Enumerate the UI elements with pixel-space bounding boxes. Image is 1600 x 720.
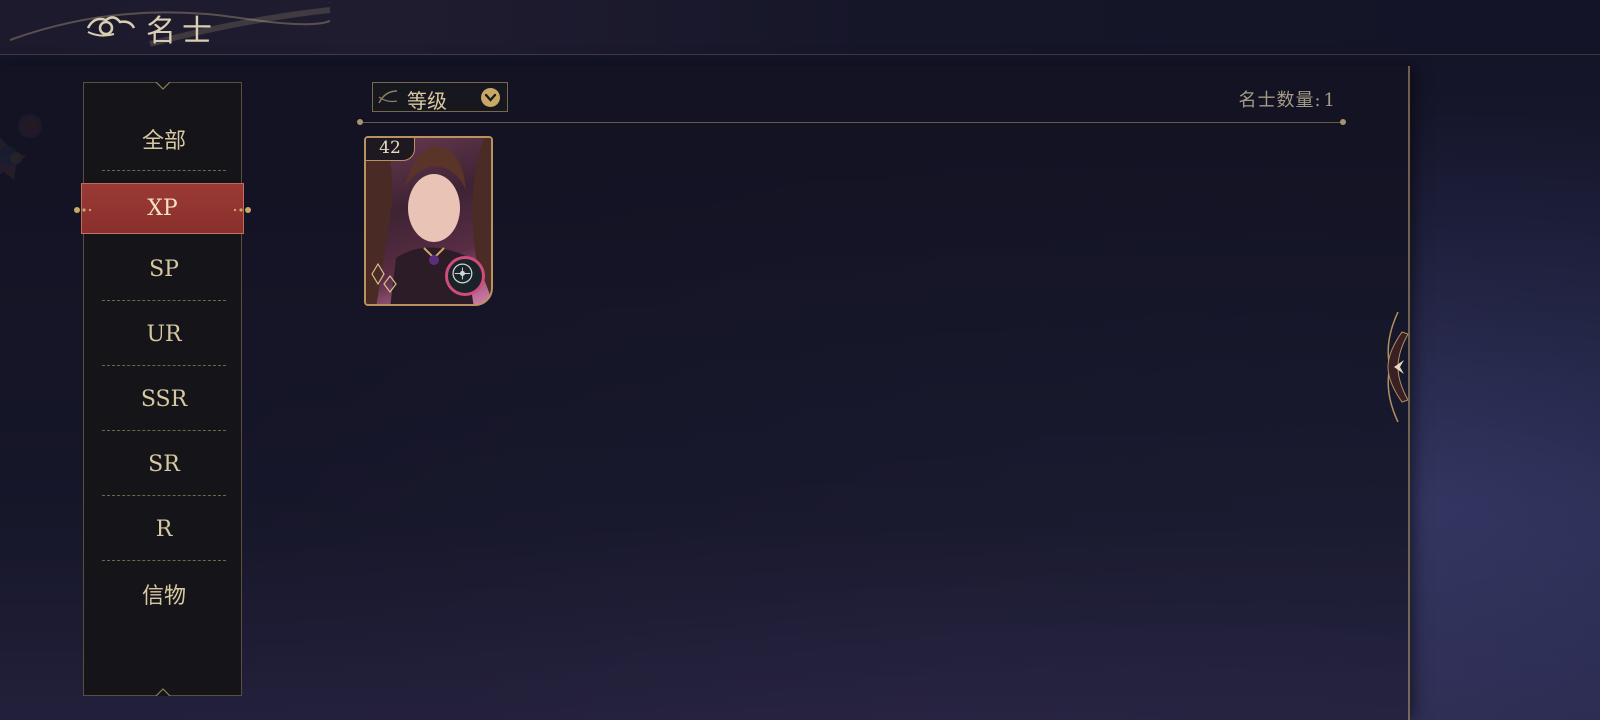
divider [102,365,226,366]
sidebar-item-label: R [155,516,173,542]
hero-count: 名士数量: 1 [1160,86,1336,112]
sidebar-item-r[interactable]: R [102,497,226,561]
top-header: 名士 [0,0,1600,55]
divider [102,170,226,171]
sidebar-item-label: SR [148,451,180,477]
divider [102,300,226,301]
sidebar-item-label: XP [147,196,178,221]
count-value: 1 [1323,90,1336,111]
sidebar-item-label: 信物 [141,584,186,609]
divider [102,495,226,496]
sidebar-item-all[interactable]: 全部 [102,107,226,171]
left-stud-icon [74,207,92,213]
sidebar-top-notch [156,82,170,90]
sidebar-item-ssr[interactable]: SSR [102,367,226,431]
cloud-ornament-icon [86,16,136,37]
sidebar-item-label: UR [146,321,182,347]
sidebar-item-label: SSR [140,386,188,412]
sort-label: 等级 [407,89,447,113]
collapse-panel-button[interactable] [1380,312,1416,422]
sidebar-item-token[interactable]: 信物 [102,562,226,626]
right-stud-icon [233,207,251,213]
page-title: 名士 [146,14,218,49]
sort-ornament-icon [378,90,398,104]
rarity-sidebar: 全部 XP SP UR SSR SR R 信物 [74,82,251,696]
divider [102,430,226,431]
sidebar-item-ur[interactable]: UR [102,302,226,366]
sidebar-item-sr[interactable]: SR [102,432,226,496]
divider-end-dot [1340,119,1346,125]
level-badge: 42 [366,138,415,161]
sidebar-item-label: 全部 [141,129,186,154]
toolbar-divider [360,122,1344,123]
divider-end-dot [357,119,363,125]
sidebar-item-label: SP [149,256,179,282]
sidebar-bottom-notch [156,688,170,696]
sidebar-item-xp[interactable]: XP [74,183,251,234]
divider [102,560,226,561]
chevron-down-icon[interactable] [481,88,500,107]
count-label-text: 名士数量: [1238,90,1322,111]
hero-card[interactable]: 42 [364,136,493,306]
sidebar-item-sp[interactable]: SP [102,237,226,301]
faction-emblem-icon [445,256,485,296]
app-screen: 名士 全部 XP SP UR SSR SR R 信物 等级 名士数量: 1 42 [0,0,1600,720]
sort-dropdown[interactable]: 等级 [372,82,508,113]
